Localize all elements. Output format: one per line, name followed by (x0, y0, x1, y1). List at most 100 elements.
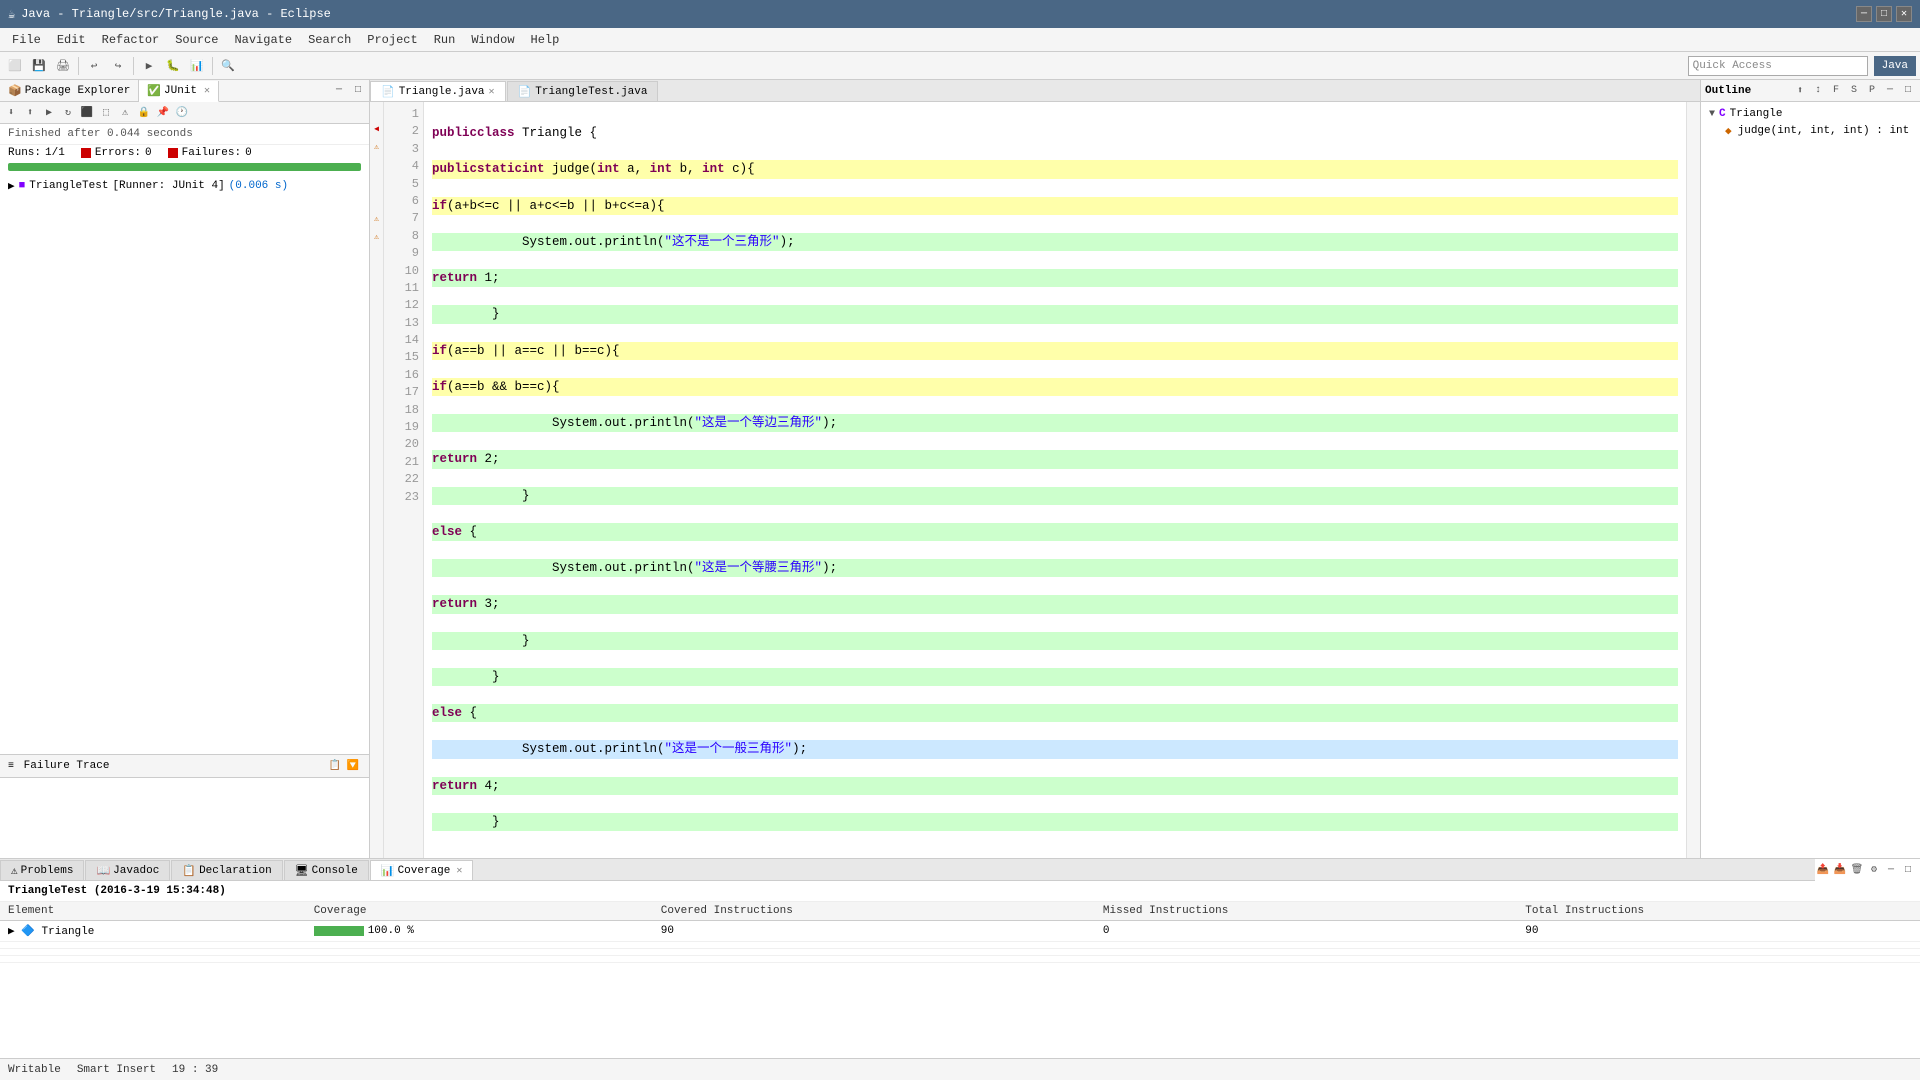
tab-declaration[interactable]: 📋 Declaration (171, 860, 282, 880)
menu-run[interactable]: Run (426, 31, 464, 49)
outline-class-triangle[interactable]: ▼ C Triangle (1705, 106, 1916, 122)
rerun-failed-button[interactable]: ↻ (59, 104, 77, 122)
code-line-12: else { (432, 523, 1678, 541)
tab-triangletest-java[interactable]: 📄 TriangleTest.java (507, 81, 659, 101)
maximize-button[interactable]: □ (1876, 6, 1892, 22)
tab-package-explorer[interactable]: 📦 Package Explorer (0, 80, 139, 101)
code-line-18: System.out.println("这是一个一般三角形"); (432, 740, 1678, 758)
toolbar-sep-2 (133, 57, 134, 75)
outline-collapse-button[interactable]: ⬆ (1792, 83, 1808, 99)
row-coverage: 100.0 % (306, 921, 653, 942)
menu-refactor[interactable]: Refactor (94, 31, 168, 49)
redo-button[interactable]: ↪ (107, 55, 129, 77)
outline-toolbar: ⬆ ↕ F S P ─ □ (1792, 83, 1916, 99)
outline-hide-static-button[interactable]: S (1846, 83, 1862, 99)
undo-button[interactable]: ↩ (83, 55, 105, 77)
menu-file[interactable]: File (4, 31, 49, 49)
junit-stats: Runs: 1/1 Errors: 0 Failures: 0 (0, 145, 369, 161)
outline-hide-fields-button[interactable]: F (1828, 83, 1844, 99)
code-line-17: else { (432, 704, 1678, 722)
coverage-row-triangle[interactable]: ▶ 🔷 Triangle 100.0 % 90 0 (0, 921, 1920, 942)
prev-failure-button[interactable]: ⬆ (21, 104, 39, 122)
code-line-2: public static int judge(int a, int b, in… (432, 160, 1678, 178)
stop-button[interactable]: ⬛ (78, 104, 96, 122)
outline-header: Outline ⬆ ↕ F S P ─ □ (1701, 80, 1920, 102)
menu-bar: File Edit Refactor Source Navigate Searc… (0, 28, 1920, 52)
menu-source[interactable]: Source (167, 31, 226, 49)
save-button[interactable]: 💾 (28, 55, 50, 77)
menu-edit[interactable]: Edit (49, 31, 94, 49)
title-bar: ☕ Java - Triangle/src/Triangle.java - Ec… (0, 0, 1920, 28)
panel-minimize-button[interactable]: ─ (330, 82, 348, 100)
coverage-clear-button[interactable]: 🗑 (1849, 862, 1865, 878)
row-total-count: 90 (1517, 921, 1920, 942)
test-name: TriangleTest (29, 180, 108, 192)
javadoc-icon: 📖 (96, 864, 110, 878)
perspective-java[interactable]: Java (1874, 56, 1916, 76)
history-button[interactable]: 🕐 (173, 104, 191, 122)
outline-maximize-button[interactable]: □ (1900, 83, 1916, 99)
code-line-20: } (432, 813, 1678, 831)
tab-problems[interactable]: ⚠ Problems (0, 860, 84, 880)
tab-triangle-java[interactable]: 📄 Triangle.java ✕ (370, 81, 506, 101)
code-line-7: if(a==b || a==c || b==c){ (432, 342, 1678, 360)
search-button[interactable]: 🔍 (217, 55, 239, 77)
declaration-label: Declaration (199, 865, 272, 877)
tab-junit[interactable]: ✅ JUnit ✕ (139, 81, 219, 102)
coverage-title: TriangleTest (2016-3-19 15:34:48) (0, 881, 1920, 902)
coverage-export-button[interactable]: 📤 (1815, 862, 1831, 878)
quick-access-field[interactable]: Quick Access (1688, 56, 1868, 76)
bottom-tab-controls: 📤 📥 🗑 ⚙ ─ □ (1815, 862, 1920, 878)
new-button[interactable]: ⬜ (4, 55, 26, 77)
editor-gutter: ◀ ⚠ ⚠ ⚠ (370, 102, 384, 858)
code-editor[interactable]: public class Triangle { public static in… (424, 102, 1686, 858)
next-failure-button[interactable]: ⬇ (2, 104, 20, 122)
failures-value: 0 (245, 147, 252, 159)
close-button[interactable]: ✕ (1896, 6, 1912, 22)
menu-help[interactable]: Help (523, 31, 568, 49)
outline-method-judge[interactable]: ◆ judge(int, int, int) : int (1705, 122, 1916, 140)
menu-navigate[interactable]: Navigate (226, 31, 300, 49)
problems-icon: ⚠ (11, 864, 18, 878)
panel-maximize-button[interactable]: □ (349, 82, 367, 100)
outline-hide-nonpublic-button[interactable]: P (1864, 83, 1880, 99)
expand-icon: ▶ (8, 179, 15, 193)
menu-window[interactable]: Window (463, 31, 522, 49)
console-label: Console (312, 865, 358, 877)
row-class-icon: 🔷 (21, 926, 35, 938)
pin-button[interactable]: 📌 (154, 104, 172, 122)
show-failures-button[interactable]: ⚠ (116, 104, 134, 122)
coverage-settings-button[interactable]: ⚙ (1866, 862, 1882, 878)
run-button[interactable]: ▶ (138, 55, 160, 77)
bottom-panel-minimize-button[interactable]: ─ (1883, 862, 1899, 878)
test-tree-item[interactable]: ▶ ■ TriangleTest [Runner: JUnit 4] (0.00… (4, 177, 365, 195)
outline-sort-button[interactable]: ↕ (1810, 83, 1826, 99)
left-panel: 📦 Package Explorer ✅ JUnit ✕ ─ □ ⬇ ⬆ ▶ ↻ (0, 80, 370, 858)
debug-button[interactable]: 🐛 (162, 55, 184, 77)
filter-trace-button[interactable]: 🔽 (345, 758, 361, 774)
triangle-tab-close[interactable]: ✕ (489, 86, 495, 98)
status-position: 19 : 39 (172, 1064, 218, 1076)
copy-trace-button[interactable]: 📋 (327, 758, 343, 774)
coverage-button[interactable]: 📊 (186, 55, 208, 77)
editor-scrollbar[interactable] (1686, 102, 1700, 858)
errors-label: Errors: (95, 147, 141, 159)
coverage-import-button[interactable]: 📥 (1832, 862, 1848, 878)
bottom-panel-maximize-button[interactable]: □ (1900, 862, 1916, 878)
tab-console[interactable]: 🖥 Console (284, 860, 369, 880)
failures-stat: Failures: 0 (168, 147, 252, 159)
print-button[interactable]: 🖨 (52, 55, 74, 77)
triangletest-tab-icon: 📄 (518, 85, 532, 99)
menu-project[interactable]: Project (359, 31, 425, 49)
scroll-lock-button[interactable]: 🔒 (135, 104, 153, 122)
rerun-button[interactable]: ▶ (40, 104, 58, 122)
tab-coverage[interactable]: 📊 Coverage ✕ (370, 860, 474, 880)
junit-close-icon[interactable]: ✕ (204, 85, 210, 97)
coverage-close-icon[interactable]: ✕ (456, 865, 462, 877)
minimize-button[interactable]: ─ (1856, 6, 1872, 22)
tab-javadoc[interactable]: 📖 Javadoc (85, 860, 170, 880)
toggle-orientation-button[interactable]: ⬚ (97, 104, 115, 122)
triangle-tab-label: Triangle.java (399, 86, 485, 98)
menu-search[interactable]: Search (300, 31, 359, 49)
outline-minimize-button[interactable]: ─ (1882, 83, 1898, 99)
